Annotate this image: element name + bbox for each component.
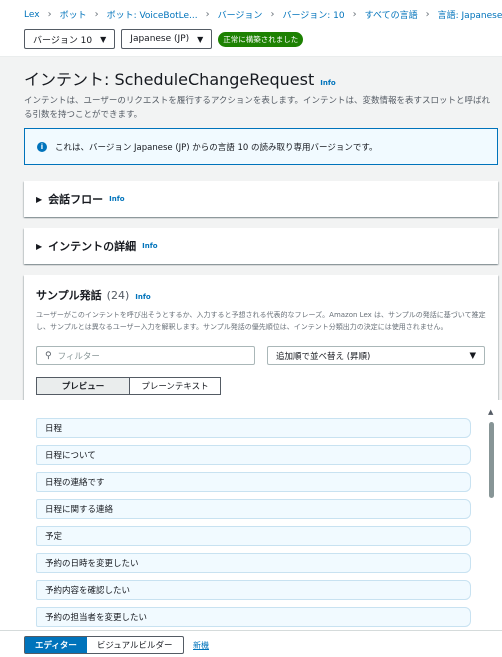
conversation-flow-panel: ▶ 会話フロー Info	[24, 181, 498, 217]
utterance-item[interactable]: 日程について	[36, 445, 471, 465]
read-only-alert: i これは、バージョン Japanese (JP) からの言語 10 の読み取り…	[24, 128, 498, 165]
breadcrumb: Lex › ボット › ボット: VoiceBotLe... › バージョン › バージ…	[24, 0, 502, 29]
version-select[interactable]: バージョン 10 ▼	[24, 29, 116, 49]
preview-tab[interactable]: プレビュー	[36, 377, 130, 395]
breadcrumb-version[interactable]: バージョン: 10	[282, 8, 344, 21]
breadcrumb-bots[interactable]: ボット	[60, 8, 87, 21]
breadcrumb-lex[interactable]: Lex	[24, 10, 40, 20]
caret-down-icon: ▼	[100, 34, 107, 44]
utterance-item[interactable]: 予約内容を確認したい	[36, 580, 471, 600]
sample-utterances-description: ユーザーがこのインテントを呼び出そうとするか、入力すると予想される代表的なフレー…	[36, 311, 486, 331]
build-status-badge: 正常に構築されました	[218, 31, 304, 47]
caret-down-icon: ▼	[469, 350, 476, 361]
sample-utterances-panel: サンプル発話 (24) Info ユーザーがこのインテントを呼び出そうとするか、…	[24, 275, 498, 401]
conversation-flow-title: 会話フロー	[48, 193, 104, 206]
scrollbar-thumb[interactable]	[489, 422, 494, 498]
editor-tab[interactable]: エディター	[25, 637, 87, 653]
top-bar: Lex › ボット › ボット: VoiceBotLe... › バージョン › バージ…	[0, 0, 502, 57]
sort-select[interactable]: 追加順で並べ替え (昇順) ▼	[267, 346, 485, 365]
info-link[interactable]: Info	[320, 79, 335, 87]
utterance-item[interactable]: 予約の担当者を変更したい	[36, 607, 471, 627]
info-circle-icon: i	[37, 141, 47, 152]
utterance-item[interactable]: 日程に関する連絡	[36, 499, 471, 519]
page-title: インテント: ScheduleChangeRequest	[24, 70, 315, 89]
intent-details-toggle[interactable]: ▶ インテントの詳細 Info	[24, 228, 498, 264]
language-select[interactable]: Japanese (JP) ▼	[121, 29, 213, 49]
search-icon: ⚲	[45, 350, 52, 361]
info-link[interactable]: Info	[109, 195, 124, 203]
utterance-item[interactable]: 予約の日時を変更したい	[36, 553, 471, 573]
scrollbar[interactable]: ▲	[488, 408, 495, 628]
chevron-right-icon: ›	[352, 9, 357, 20]
plaintext-tab[interactable]: プレーンテキスト	[130, 377, 221, 395]
chevron-right-icon: ›	[425, 9, 430, 20]
sort-select-label: 追加順で並べ替え (昇順)	[276, 351, 371, 362]
intent-details-title: インテントの詳細	[48, 240, 137, 253]
chevron-right-icon: ›	[47, 9, 52, 20]
breadcrumb-language[interactable]: 言語: Japanese (JP)	[438, 8, 502, 21]
info-link[interactable]: Info	[142, 242, 157, 250]
sample-utterances-title: サンプル発話	[36, 289, 102, 302]
caret-down-icon: ▼	[197, 34, 204, 44]
filter-input[interactable]: ⚲ フィルター	[36, 346, 255, 365]
breadcrumb-versions[interactable]: バージョン	[218, 8, 263, 21]
utterance-count: (24)	[106, 289, 130, 302]
page-header: インテント: ScheduleChangeRequest Info	[24, 66, 336, 90]
chevron-right-icon: ›	[205, 9, 210, 20]
language-select-label: Japanese (JP)	[130, 34, 190, 44]
new-label[interactable]: 新機	[193, 640, 209, 651]
visual-builder-tab[interactable]: ビジュアルビルダー	[87, 637, 183, 653]
breadcrumb-all-languages[interactable]: すべての言語	[365, 8, 418, 21]
utterance-item[interactable]: 日程	[36, 418, 471, 438]
caret-right-icon: ▶	[36, 194, 43, 204]
conversation-flow-toggle[interactable]: ▶ 会話フロー Info	[24, 181, 498, 217]
filter-placeholder: フィルター	[57, 351, 100, 362]
utterance-item[interactable]: 予定	[36, 526, 471, 546]
breadcrumb-bot[interactable]: ボット: VoiceBotLe...	[107, 8, 198, 21]
version-select-label: バージョン 10	[33, 35, 93, 46]
chevron-right-icon: ›	[270, 9, 275, 20]
scroll-up-arrow-icon[interactable]: ▲	[488, 408, 493, 416]
view-toggle: プレビュー プレーンテキスト	[36, 377, 221, 395]
chevron-right-icon: ›	[94, 9, 99, 20]
intent-details-panel: ▶ インテントの詳細 Info	[24, 228, 498, 264]
bottom-bar: エディター ビジュアルビルダー 新機	[0, 630, 502, 657]
caret-right-icon: ▶	[36, 241, 43, 251]
utterance-item[interactable]: 日程の連絡です	[36, 472, 471, 492]
alert-text: これは、バージョン Japanese (JP) からの言語 10 の読み取り専用…	[55, 142, 378, 153]
info-link[interactable]: Info	[135, 293, 150, 301]
page-description: インテントは、ユーザーのリクエストを履行するアクションを表します。インテントは、…	[24, 96, 491, 120]
editor-mode-toggle: エディター ビジュアルビルダー	[24, 636, 184, 654]
utterance-list: 日程 日程について 日程の連絡です 日程に関する連絡 予定 予約の日時を変更した…	[0, 400, 502, 630]
